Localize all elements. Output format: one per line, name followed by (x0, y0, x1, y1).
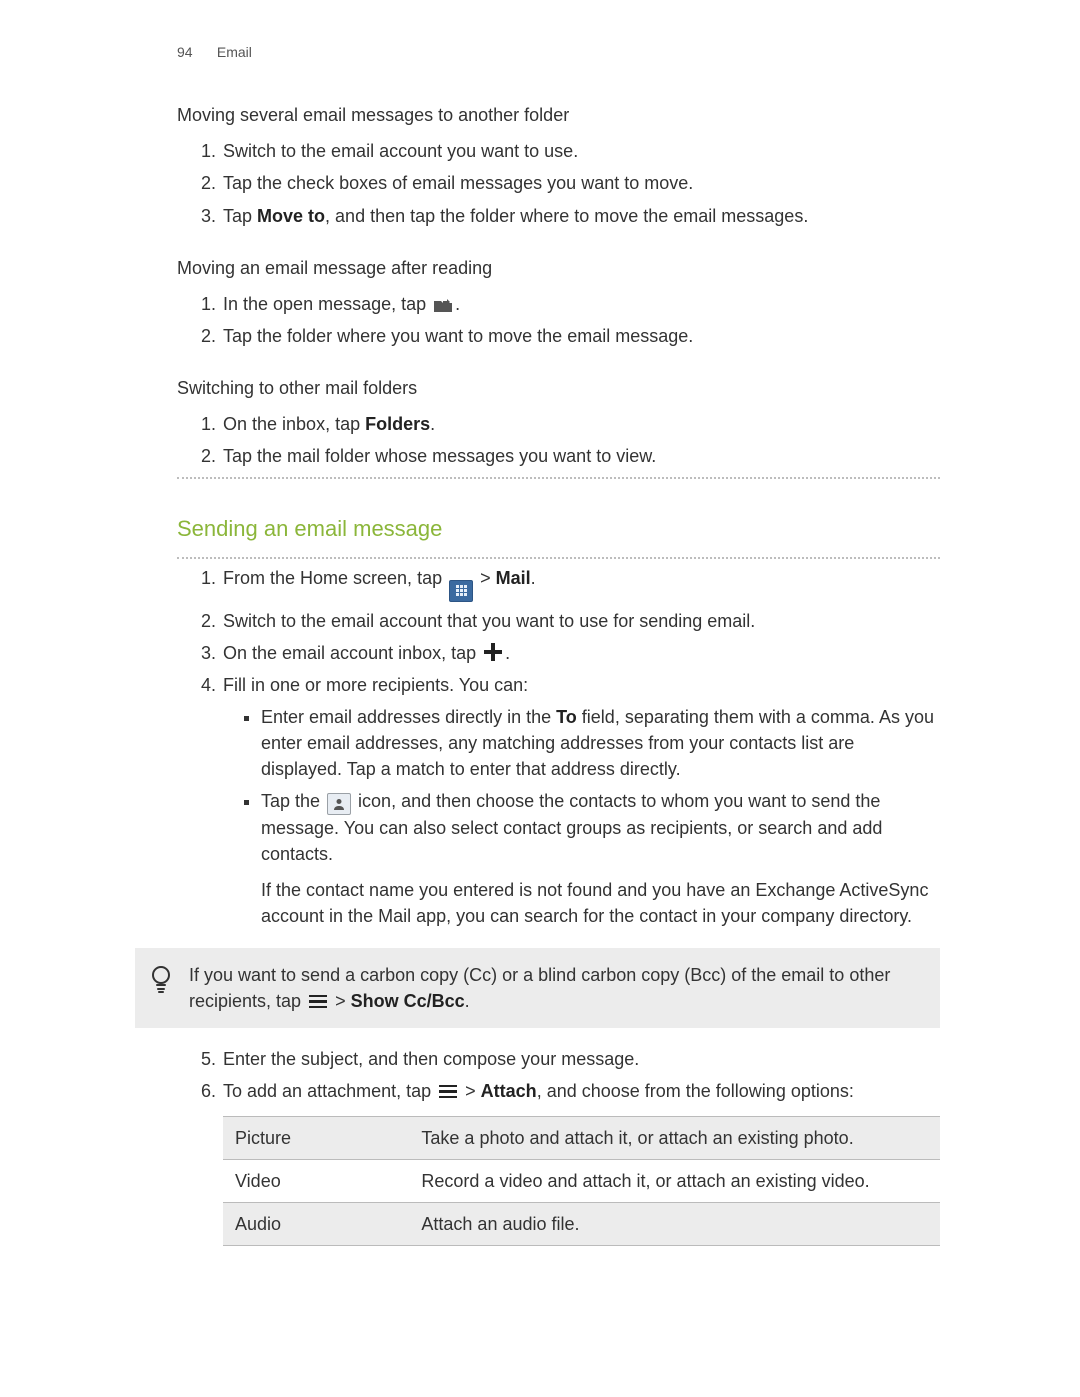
subheading-move-after-reading: Moving an email message after reading (177, 255, 940, 281)
step: Enter the subject, and then compose your… (221, 1046, 940, 1072)
recipient-options: Enter email addresses directly in the To… (223, 704, 940, 930)
step: From the Home screen, tap > Mail. (221, 565, 940, 602)
attach-desc: Take a photo and attach it, or attach an… (409, 1116, 940, 1159)
attach-type: Video (223, 1160, 409, 1203)
compose-plus-icon (483, 642, 503, 662)
menu-icon (309, 995, 327, 1009)
subheading-move-several: Moving several email messages to another… (177, 102, 940, 128)
attachment-options-table: Picture Take a photo and attach it, or a… (223, 1116, 940, 1246)
step: On the inbox, tap Folders. (221, 411, 940, 437)
steps-sending-cont: Enter the subject, and then compose your… (177, 1046, 940, 1246)
section-title-sending-email: Sending an email message (177, 513, 940, 545)
step: Switch to the email account that you wan… (221, 608, 940, 634)
page-number: 94 (177, 42, 213, 62)
divider-dotted (177, 557, 940, 559)
step: Tap the folder where you want to move th… (221, 323, 940, 349)
step: Switch to the email account you want to … (221, 138, 940, 164)
step: Tap Move to, and then tap the folder whe… (221, 203, 940, 229)
steps-sending: From the Home screen, tap > Mail. Switch… (177, 565, 940, 929)
table-row: Audio Attach an audio file. (223, 1203, 940, 1246)
steps-move-after-reading: In the open message, tap . Tap the folde… (177, 291, 940, 349)
table-row: Video Record a video and attach it, or a… (223, 1160, 940, 1203)
attach-type: Audio (223, 1203, 409, 1246)
divider-dotted (177, 477, 940, 479)
step: On the email account inbox, tap . (221, 640, 940, 666)
lightbulb-icon (149, 964, 173, 998)
step: Fill in one or more recipients. You can:… (221, 672, 940, 930)
steps-move-several: Switch to the email account you want to … (177, 138, 940, 228)
step: Tap the check boxes of email messages yo… (221, 170, 940, 196)
apps-grid-icon (449, 580, 473, 602)
attach-type: Picture (223, 1116, 409, 1159)
step: To add an attachment, tap > Attach, and … (221, 1078, 940, 1246)
document-page: 94 Email Moving several email messages t… (0, 0, 1080, 1397)
exchange-note: If the contact name you entered is not f… (261, 877, 940, 929)
tip-text: If you want to send a carbon copy (Cc) o… (189, 962, 922, 1014)
menu-icon (439, 1085, 457, 1099)
table-row: Picture Take a photo and attach it, or a… (223, 1116, 940, 1159)
running-header: 94 Email (177, 42, 940, 62)
subheading-switch-folders: Switching to other mail folders (177, 375, 940, 401)
header-section: Email (217, 44, 252, 60)
step: In the open message, tap . (221, 291, 940, 317)
steps-switch-folders: On the inbox, tap Folders. Tap the mail … (177, 411, 940, 469)
attach-desc: Record a video and attach it, or attach … (409, 1160, 940, 1203)
move-to-folder-icon (433, 297, 453, 313)
tip-callout: If you want to send a carbon copy (Cc) o… (135, 948, 940, 1028)
contact-person-icon (327, 793, 351, 815)
bullet: Tap the icon, and then choose the contac… (261, 788, 940, 929)
step: Tap the mail folder whose messages you w… (221, 443, 940, 469)
bullet: Enter email addresses directly in the To… (261, 704, 940, 782)
attach-desc: Attach an audio file. (409, 1203, 940, 1246)
